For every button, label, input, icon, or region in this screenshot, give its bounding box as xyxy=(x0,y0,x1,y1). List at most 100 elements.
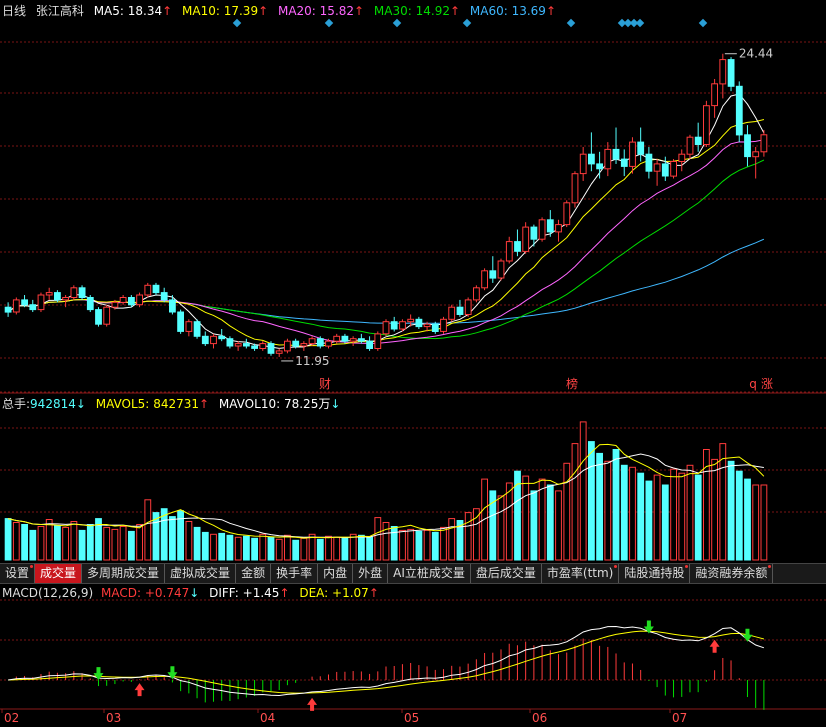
candle-body xyxy=(637,141,645,155)
volume-bar xyxy=(366,536,374,561)
tab-dot-icon xyxy=(30,565,34,568)
tab-dot-icon xyxy=(768,565,772,568)
candle-body xyxy=(588,153,595,165)
candle-body xyxy=(629,141,636,167)
candle-body xyxy=(308,338,316,345)
candle-body xyxy=(4,306,12,313)
candle-body xyxy=(160,292,168,301)
candle-body xyxy=(333,335,341,342)
tab-7[interactable]: 外盘 xyxy=(353,564,389,583)
candle-body xyxy=(505,241,513,262)
candle-body xyxy=(119,297,127,303)
volume-bar xyxy=(686,464,694,561)
volume-bar xyxy=(390,526,398,561)
volume-bar xyxy=(193,526,201,561)
macd-name[interactable]: MACD(12,26,9) xyxy=(2,586,93,600)
candle-body xyxy=(415,318,423,328)
candle-body xyxy=(514,241,521,252)
up-arrow-icon: ↑ xyxy=(368,586,379,600)
tab-3[interactable]: 虚拟成交量 xyxy=(165,564,237,583)
candle-body xyxy=(711,83,719,107)
volume-bar xyxy=(226,534,234,561)
candle-body xyxy=(727,59,735,87)
tab-10[interactable]: 市盈率(ttm) xyxy=(542,564,620,583)
candle-body xyxy=(612,148,620,160)
candle-body xyxy=(744,134,751,158)
x-axis-label: 03 xyxy=(106,711,121,725)
candle-body xyxy=(128,297,135,306)
volume-bar xyxy=(292,539,300,561)
low-price-label: 11.95 xyxy=(295,354,329,368)
volume-bar xyxy=(752,484,760,561)
tab-12[interactable]: 融资融券余额 xyxy=(690,564,774,583)
candle-body xyxy=(201,335,209,345)
event-marker-zhang: 涨 xyxy=(761,376,773,391)
candle-body xyxy=(226,338,234,347)
volume-bar xyxy=(555,490,562,561)
tab-11[interactable]: 陆股通持股 xyxy=(619,564,691,583)
volume-bar xyxy=(399,529,406,561)
volume-bar xyxy=(284,534,291,561)
candle-body xyxy=(12,299,20,313)
candle-body xyxy=(604,148,612,170)
candle-body xyxy=(464,299,472,315)
volume-bar xyxy=(563,462,571,561)
candle-body xyxy=(21,299,29,306)
candle-body xyxy=(251,345,258,349)
candle-body xyxy=(259,343,267,350)
volume-bar xyxy=(678,472,686,561)
tab-6[interactable]: 内盘 xyxy=(318,564,354,583)
candle-body xyxy=(78,287,86,298)
volume-bar xyxy=(29,529,37,561)
down-arrow-icon: ↓ xyxy=(189,586,200,600)
x-axis-label: 06 xyxy=(532,711,547,725)
candle-body xyxy=(103,306,111,325)
up-arrow-icon: ↑ xyxy=(279,586,290,600)
volume-bar xyxy=(571,443,579,561)
candle-body xyxy=(349,338,357,342)
candle-body xyxy=(703,105,710,145)
volume-bar xyxy=(694,474,702,561)
tab-5[interactable]: 换手率 xyxy=(271,564,319,583)
volume-bar xyxy=(86,524,94,561)
mavol10-indicator: MAVOL10: 78.25万↓ xyxy=(218,397,341,411)
candle-body xyxy=(407,318,415,323)
volume-bar xyxy=(423,529,431,561)
info-diamond-icon xyxy=(324,18,334,28)
candle-body xyxy=(522,226,530,252)
volume-bar xyxy=(719,443,727,561)
volume-bar xyxy=(144,499,152,561)
stock-chart[interactable]: 11.95 24.44 财 榜 q 涨 02 03 04 05 06 07 xyxy=(0,0,826,727)
volume-bar xyxy=(760,484,768,561)
mavol5-indicator: MAVOL5: 842731↑ xyxy=(95,397,210,411)
candle-body xyxy=(497,260,505,279)
tab-0[interactable]: 设置 xyxy=(0,564,36,583)
candle-body xyxy=(210,335,217,345)
tab-1[interactable]: 成交量 xyxy=(35,564,83,583)
candle-body xyxy=(563,202,571,226)
volume-legend: 总手:942814↓ MAVOL5: 842731↑ MAVOL10: 78.2… xyxy=(2,396,346,412)
tab-8[interactable]: AI立桩成交量 xyxy=(388,564,471,583)
golden-cross-arrow-icon xyxy=(134,683,145,697)
volume-bar xyxy=(201,531,209,561)
volume-bar xyxy=(464,512,472,561)
death-cross-arrow-icon xyxy=(742,628,753,642)
volume-bar xyxy=(448,518,456,561)
volume-bar xyxy=(711,458,719,561)
tab-9[interactable]: 盘后成交量 xyxy=(471,564,542,583)
candle-body xyxy=(193,321,201,337)
volume-bar xyxy=(54,525,61,561)
volume-bar xyxy=(645,480,653,561)
candle-body xyxy=(37,294,45,311)
candle-body xyxy=(423,323,431,328)
ma5-line xyxy=(7,93,765,349)
candle-body xyxy=(300,343,308,347)
candle-body xyxy=(54,292,61,301)
diff-line xyxy=(8,625,765,697)
candle-body xyxy=(382,321,390,335)
candle-body xyxy=(670,161,678,177)
high-price-label: 24.44 xyxy=(739,47,773,61)
tab-4[interactable]: 金额 xyxy=(236,564,272,583)
tab-dot-icon xyxy=(685,565,689,568)
tab-2[interactable]: 多周期成交量 xyxy=(82,564,166,583)
